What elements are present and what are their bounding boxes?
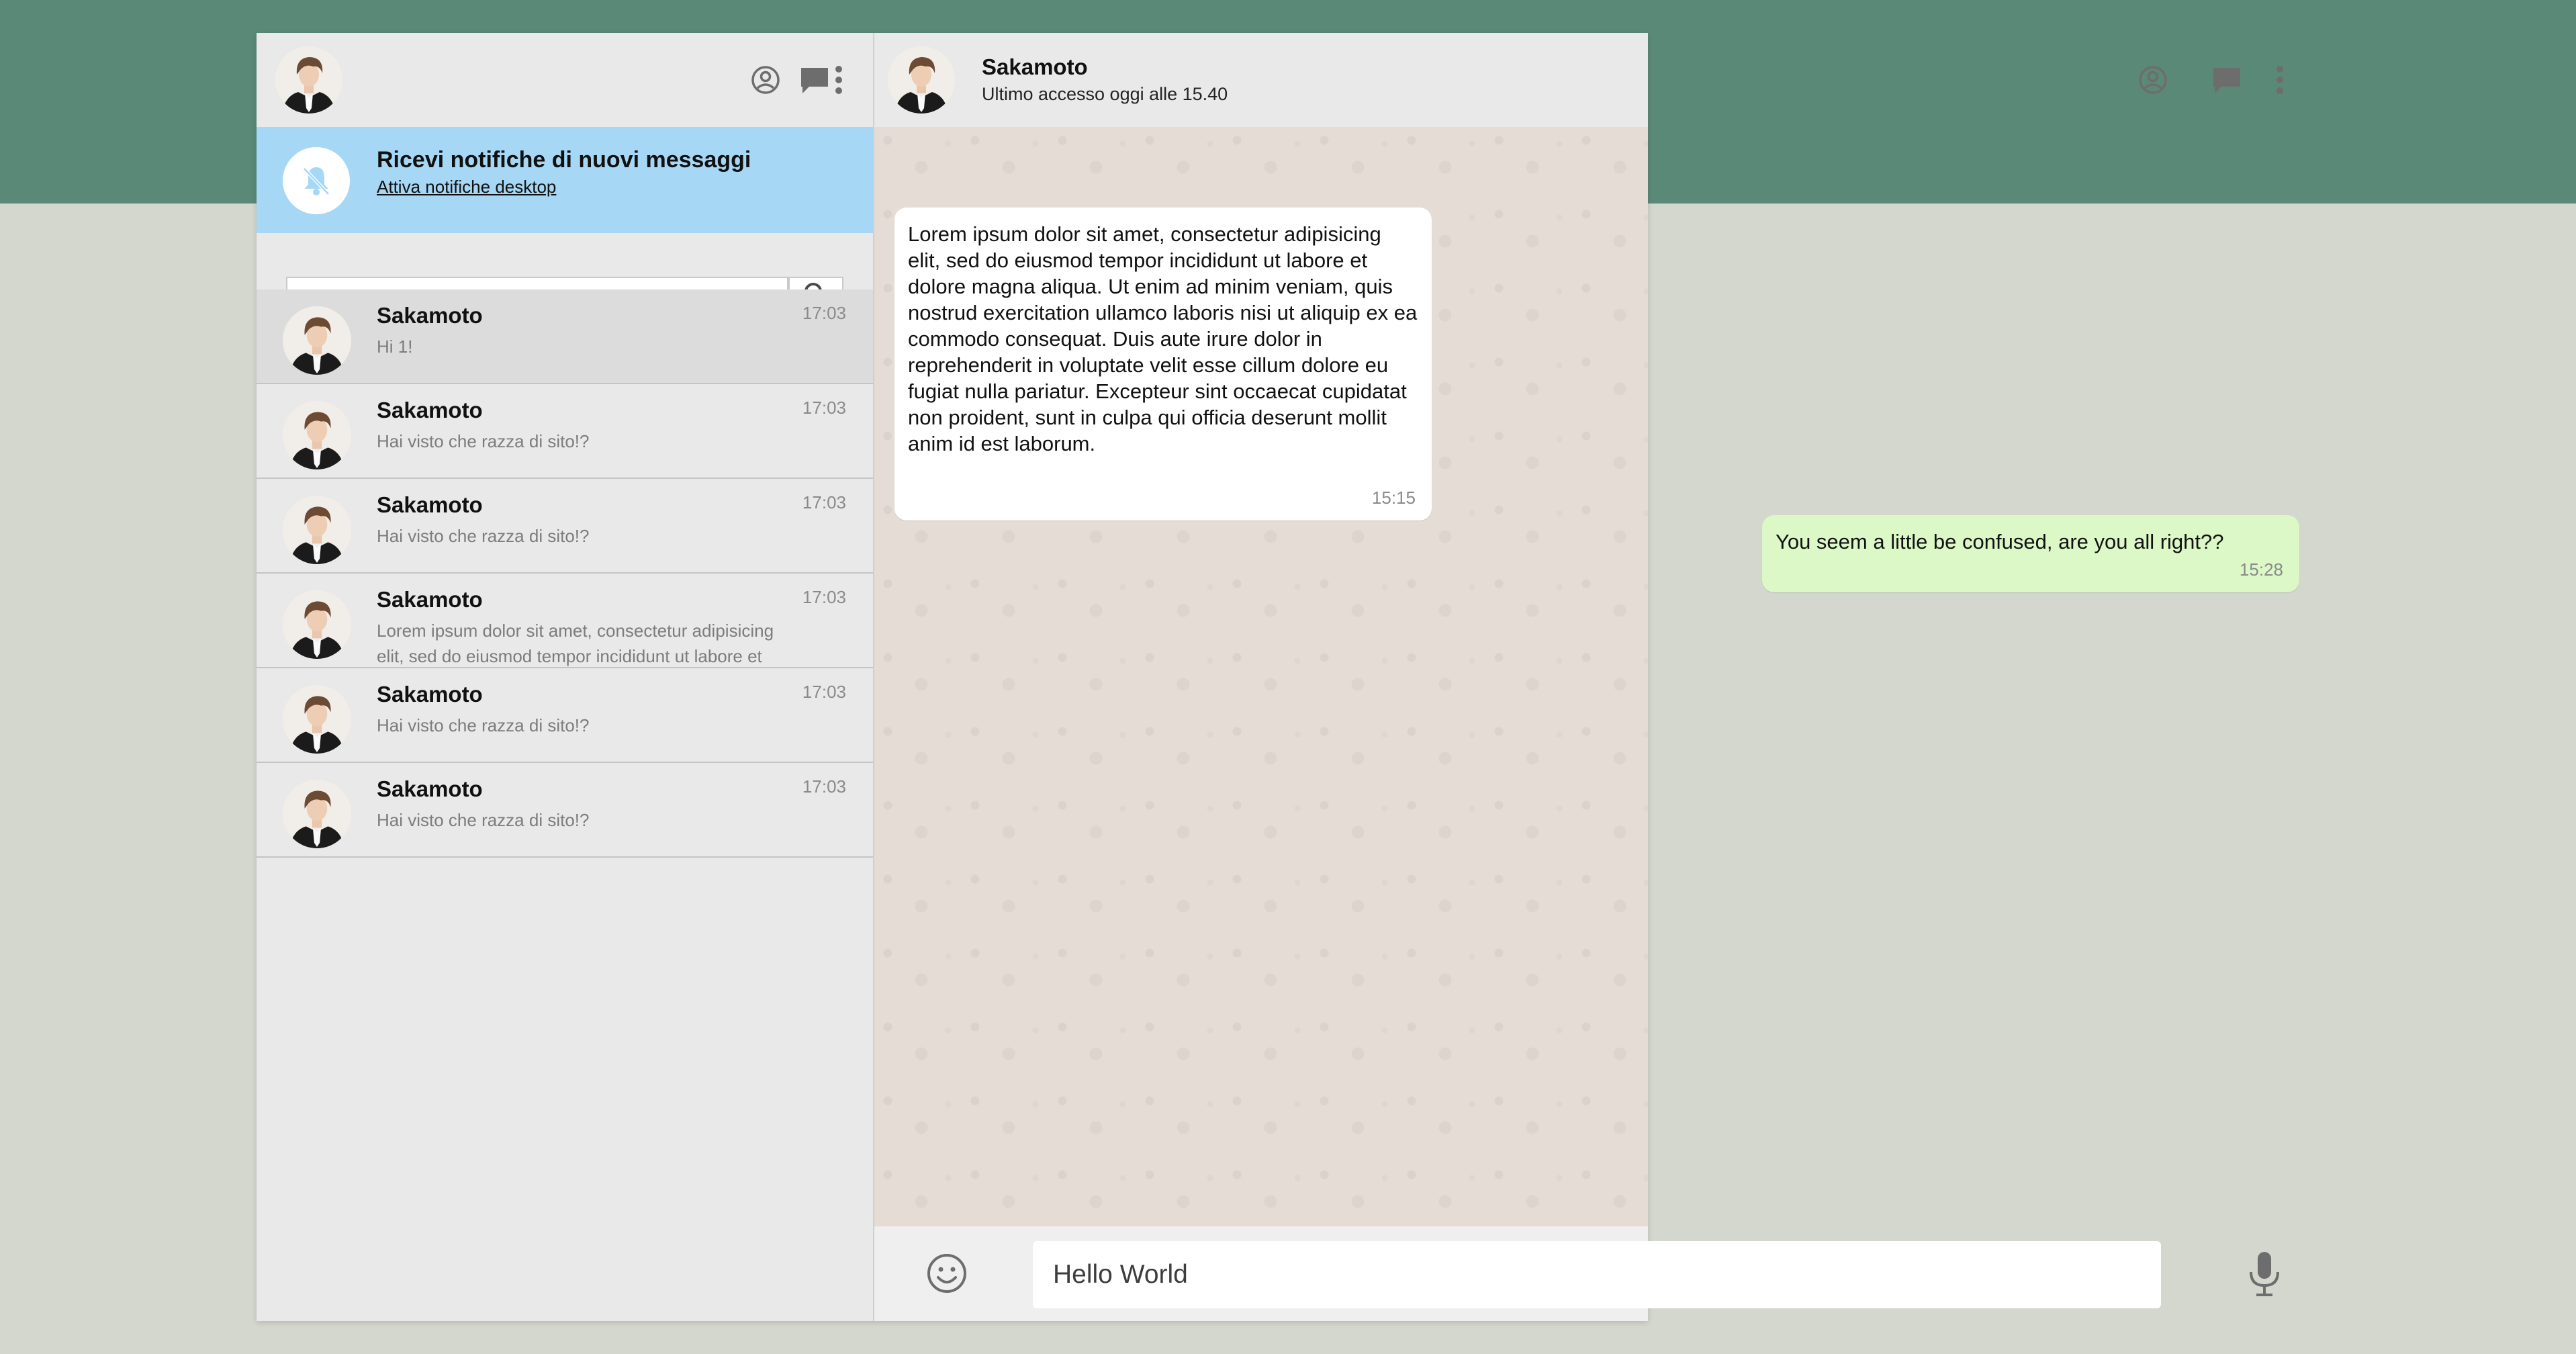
chat-avatar	[283, 306, 351, 375]
person-icon	[888, 46, 955, 114]
chat-time: 17:03	[802, 682, 846, 702]
my-avatar[interactable]	[275, 46, 342, 114]
outgoing-message: You seem a little be confused, are you a…	[1762, 515, 2299, 592]
contact-profile-icon[interactable]	[2135, 62, 2170, 97]
message-text: You seem a little be confused, are you a…	[1776, 530, 2224, 553]
contact-header-actions	[2135, 62, 2297, 97]
menu-icon[interactable]	[2270, 62, 2290, 97]
chat-avatar	[283, 780, 351, 848]
chat-bubble-icon[interactable]	[2209, 62, 2244, 97]
chat-time: 17:03	[802, 587, 846, 607]
message-time: 15:15	[1371, 488, 1416, 508]
message-input[interactable]	[1033, 1241, 2161, 1308]
chat-list-item[interactable]: Sakamoto 17:03 Hai visto che razza di sito…	[257, 384, 873, 479]
person-icon	[283, 306, 351, 375]
person-icon	[283, 590, 351, 659]
conversation-header: Sakamoto Ultimo accesso oggi alle 15.40	[874, 33, 1648, 127]
incoming-message: Lorem ipsum dolor sit amet, consectetur …	[894, 208, 1432, 521]
chat-list-item[interactable]: Sakamoto 17:03 Lorem ipsum dolor sit amet,…	[257, 574, 873, 668]
person-icon	[283, 401, 351, 469]
notification-title: Ricevi notifiche di nuovi messaggi	[377, 147, 751, 173]
message-text: Lorem ipsum dolor sit amet, consectetur …	[908, 222, 1418, 455]
sidebar: Ricevi notifiche di nuovi messaggi Attiv…	[257, 33, 874, 1321]
chat-time: 17:03	[802, 492, 846, 512]
last-seen-status: Ultimo accesso oggi alle 15.40	[982, 84, 1228, 104]
chat-preview: Hi 1!	[377, 336, 413, 357]
chat-time: 17:03	[802, 303, 846, 323]
chat-time: 17:03	[802, 776, 846, 797]
chat-avatar	[283, 685, 351, 754]
chat-avatar	[283, 590, 351, 659]
chat-name: Sakamoto	[377, 492, 483, 517]
chat-app-window: Ricevi notifiche di nuovi messaggi Attiv…	[257, 33, 1648, 1321]
person-icon	[283, 780, 351, 848]
chat-name: Sakamoto	[377, 682, 483, 707]
status-icon[interactable]	[748, 62, 783, 97]
chat-preview: Hai visto che razza di sito!?	[377, 431, 590, 451]
chat-list: Sakamoto 17:03 Hi 1! Sakamoto 17:03 Hai visto…	[257, 289, 873, 858]
message-time: 15:28	[2239, 559, 2283, 580]
composer-overlay	[874, 1226, 2279, 1320]
enable-desktop-notifications-link[interactable]: Attiva notifiche desktop	[377, 177, 556, 197]
bell-off-icon	[283, 147, 350, 214]
chat-avatar	[283, 401, 351, 469]
person-icon	[283, 685, 351, 754]
conversation-panel: Sakamoto Ultimo accesso oggi alle 15.40 …	[874, 33, 1648, 1321]
chat-avatar	[283, 496, 351, 564]
chat-preview: Hai visto che razza di sito!?	[377, 526, 590, 546]
notification-banner: Ricevi notifiche di nuovi messaggi Attiv…	[257, 127, 873, 233]
chat-preview: Lorem ipsum dolor sit amet, consectetur …	[377, 621, 774, 666]
chat-name: Sakamoto	[377, 776, 483, 801]
new-chat-icon[interactable]	[797, 62, 832, 97]
chat-name: Sakamoto	[377, 587, 483, 612]
contact-name: Sakamoto	[982, 54, 1088, 79]
chat-list-item[interactable]: Sakamoto 17:03 Hai visto che razza di sito…	[257, 668, 873, 763]
chat-list-item[interactable]: Sakamoto 17:03 Hi 1!	[257, 289, 873, 384]
chat-preview: Hai visto che razza di sito!?	[377, 810, 590, 830]
microphone-icon[interactable]	[2246, 1251, 2283, 1298]
menu-icon[interactable]	[829, 62, 849, 97]
sidebar-header	[257, 33, 873, 127]
smiley-icon[interactable]	[925, 1252, 968, 1295]
contact-avatar[interactable]	[888, 46, 955, 114]
chat-name: Sakamoto	[377, 398, 483, 422]
chat-preview: Hai visto che razza di sito!?	[377, 715, 590, 735]
chat-list-item[interactable]: Sakamoto 17:03 Hai visto che razza di sito…	[257, 763, 873, 858]
messages-area: Lorem ipsum dolor sit amet, consectetur …	[874, 127, 1648, 1259]
person-icon	[283, 496, 351, 564]
person-icon	[275, 46, 342, 114]
chat-name: Sakamoto	[377, 303, 483, 328]
chat-list-item[interactable]: Sakamoto 17:03 Hai visto che razza di sito…	[257, 479, 873, 574]
chat-time: 17:03	[802, 398, 846, 418]
